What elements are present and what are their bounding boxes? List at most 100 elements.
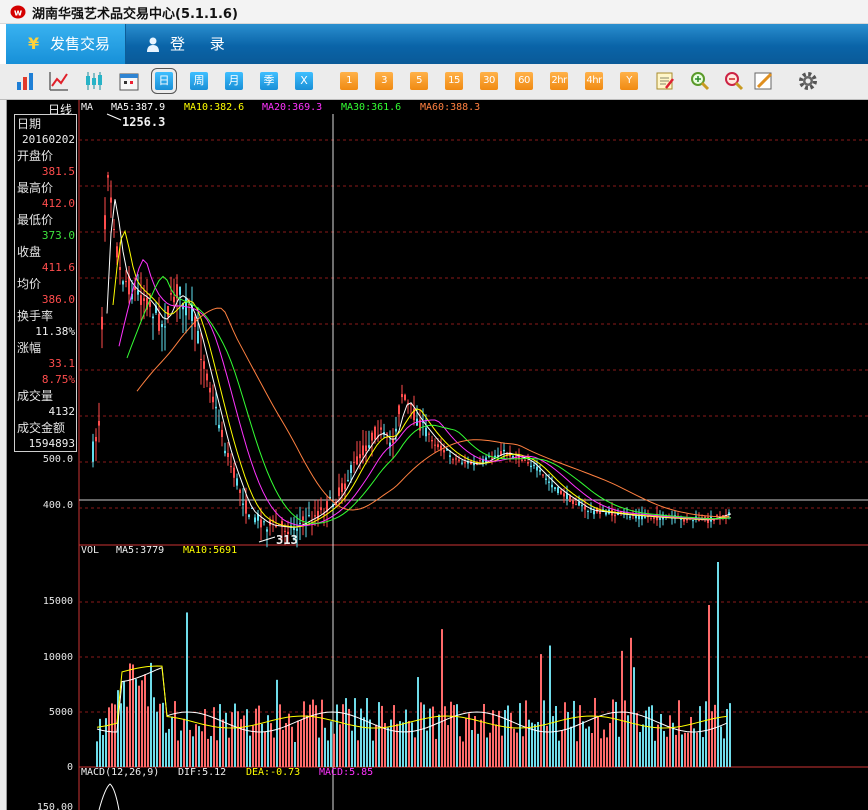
volume-bar <box>183 718 185 767</box>
interval-button-2[interactable]: 5 <box>410 72 428 90</box>
volume-bar <box>384 723 386 767</box>
volume-bar <box>564 702 566 767</box>
volume-bar <box>198 726 200 767</box>
interval-button-1[interactable]: 3 <box>375 72 393 90</box>
candle-body <box>152 316 154 319</box>
candle-body <box>554 487 556 489</box>
candle-body <box>548 481 550 483</box>
period-button-1[interactable]: 周 <box>190 72 208 90</box>
interval-button-8[interactable]: Y <box>620 72 638 90</box>
volume-bar <box>399 721 401 767</box>
low-value: 373.0 <box>41 229 75 242</box>
candle-body <box>227 453 229 458</box>
volume-bar <box>684 732 686 767</box>
volume-bar <box>246 709 248 767</box>
volume-bar <box>537 721 539 767</box>
volume-bar <box>288 713 290 767</box>
volume-bar <box>243 715 245 767</box>
volume-bar <box>477 733 479 767</box>
volume-bar <box>486 737 488 767</box>
volume-bar <box>630 637 632 767</box>
tab-login[interactable]: 登 录 <box>140 24 240 64</box>
price-tick-500: 500.0 <box>42 454 73 465</box>
kline-chart[interactable]: 日线 MA MA5:387.9 MA10:382.6 MA20:369.3 MA… <box>7 100 868 810</box>
high-label: 最高价 <box>17 181 54 195</box>
volume-bar <box>249 735 251 767</box>
interval-button-7[interactable]: 4hr <box>585 72 603 90</box>
volume-bar <box>219 704 221 767</box>
volume-bar <box>561 730 563 767</box>
draw-icon[interactable] <box>753 70 775 92</box>
volume-bar <box>354 698 356 767</box>
calendar-icon[interactable] <box>118 70 140 92</box>
bar-chart-icon[interactable] <box>14 70 36 92</box>
interval-button-4[interactable]: 30 <box>480 72 498 90</box>
volume-label: 成交量 <box>17 389 54 403</box>
edit-icon[interactable] <box>654 70 676 92</box>
period-button-3[interactable]: 季 <box>260 72 278 90</box>
volume-bar <box>297 720 299 767</box>
volume-bar <box>372 740 374 767</box>
candle-body <box>203 361 205 369</box>
vol-ma10-label: MA10:5691 <box>183 545 238 556</box>
volume-bar <box>300 719 302 767</box>
candle-body <box>584 506 586 510</box>
candle-body <box>452 459 454 461</box>
candlestick-icon[interactable] <box>83 70 105 92</box>
volume-bar <box>393 705 395 767</box>
volume-bar <box>699 706 701 767</box>
zoom-in-icon[interactable] <box>689 70 711 92</box>
candle-body <box>158 313 160 331</box>
volume-value: 4132 <box>48 405 76 418</box>
line-chart-icon[interactable] <box>48 70 70 92</box>
candle-body <box>341 483 343 493</box>
interval-button-3[interactable]: 15 <box>445 72 463 90</box>
kline-chart-canvas[interactable] <box>7 100 868 810</box>
candle-body <box>110 197 112 203</box>
candle-body <box>533 464 535 466</box>
volume-bar <box>678 700 680 767</box>
volume-bar <box>603 729 605 767</box>
period-button-2[interactable]: 月 <box>225 72 243 90</box>
candle-body <box>404 394 406 400</box>
candle-body <box>560 490 562 494</box>
volume-bar <box>681 734 683 767</box>
volume-bar <box>126 706 128 767</box>
candle-body <box>350 465 352 473</box>
period-button-4[interactable]: X <box>295 72 313 90</box>
candle-body <box>200 358 202 360</box>
volume-bar <box>663 730 665 767</box>
candle-body <box>116 246 118 258</box>
candle-body <box>245 500 247 514</box>
volume-bar <box>651 705 653 767</box>
interval-button-6[interactable]: 2hr <box>550 72 568 90</box>
volume-bar <box>291 726 293 767</box>
volume-bar <box>177 740 179 767</box>
volume-bar <box>618 736 620 767</box>
candle-body <box>428 433 430 435</box>
volume-bar <box>270 723 272 767</box>
candle-body <box>587 510 589 512</box>
interval-button-0[interactable]: 1 <box>340 72 358 90</box>
volume-bar <box>465 718 467 767</box>
volume-bar <box>483 703 485 767</box>
candle-body <box>221 429 223 438</box>
high-value: 412.0 <box>41 197 75 210</box>
volume-bar <box>540 654 542 767</box>
volume-bar <box>129 663 131 767</box>
period-button-0[interactable]: 日 <box>151 68 177 94</box>
candle-body <box>206 373 208 381</box>
settings-icon[interactable] <box>797 70 819 92</box>
candle-body <box>314 515 316 517</box>
volume-bar <box>156 711 158 767</box>
volume-bar <box>237 711 239 767</box>
candle-body <box>539 470 541 472</box>
ma10-line <box>112 229 730 528</box>
open-value: 381.5 <box>41 165 75 178</box>
change-label: 涨幅 <box>17 341 42 355</box>
candle-body <box>317 510 319 520</box>
volume-bar <box>645 710 647 767</box>
tab-sale-trading[interactable]: ¥ 发售交易 <box>6 24 126 64</box>
interval-button-5[interactable]: 60 <box>515 72 533 90</box>
zoom-out-icon[interactable] <box>723 70 745 92</box>
